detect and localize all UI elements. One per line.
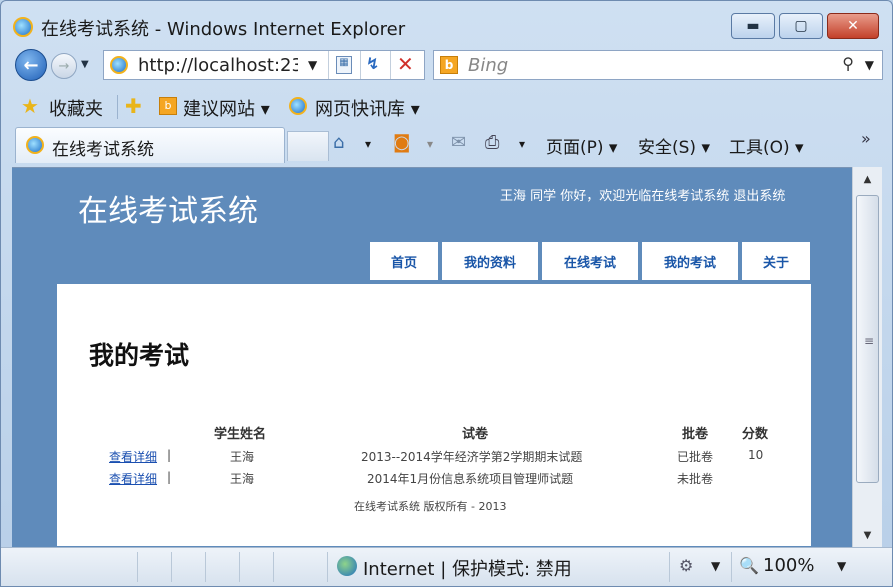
nav-my-exams[interactable]: 我的考试 [642, 242, 738, 280]
scroll-down-icon[interactable]: ▼ [853, 523, 882, 547]
status-divider [327, 552, 328, 582]
status-divider [669, 552, 670, 582]
view-details-link[interactable]: 查看详细 [109, 470, 157, 487]
address-divider [360, 51, 361, 79]
more-commands-icon[interactable]: » [861, 129, 871, 148]
score-cell: 10 [748, 448, 764, 462]
status-divider [731, 552, 732, 582]
print-dropdown-icon[interactable]: ▾ [519, 137, 525, 151]
address-divider [390, 51, 391, 79]
status-divider [137, 552, 138, 582]
row-separator: | [167, 448, 172, 462]
site-title: 在线考试系统 [78, 194, 258, 229]
maximize-button[interactable]: ▢ [779, 13, 823, 39]
status-divider [239, 552, 240, 582]
favorites-star-icon[interactable]: ★ [21, 94, 39, 118]
site-nav: 首页 我的资料 在线考试 我的考试 关于 [370, 242, 810, 280]
tab-label: 在线考试系统 [52, 140, 154, 160]
status-cell: 已批卷 [677, 450, 714, 464]
refresh-icon[interactable]: ↯ [366, 54, 379, 73]
security-zone[interactable]: Internet | 保护模式: 禁用 [363, 555, 572, 581]
main-panel: 我的考试 学生姓名 试卷 批卷 分数 查看详细 | 王海 2013--2014学… [57, 284, 811, 546]
address-input[interactable]: http://localhost:23 [138, 55, 298, 76]
ie-icon [289, 97, 307, 115]
status-dropdown-icon[interactable]: ▼ [711, 559, 720, 573]
column-header-paper: 试卷 [462, 427, 489, 442]
browser-window: 在线考试系统 - Windows Internet Explorer ▬ ▢ ✕… [0, 0, 893, 587]
print-icon[interactable]: ⎙ [485, 132, 499, 153]
zoom-dropdown-icon[interactable]: ▼ [837, 559, 846, 573]
student-name-cell: 王海 [230, 472, 255, 486]
tab-bar: 在线考试系统 ⌂ ▾ ◙ ▾ ✉ ⎙ ▾ 页面(P) ▾ 安全(S) ▾ 工具(… [1, 127, 892, 165]
page-title: 我的考试 [89, 341, 190, 370]
feeds-icon[interactable]: ◙ [393, 132, 410, 153]
compatibility-view-icon[interactable]: ▦ [336, 56, 352, 74]
column-header-score: 分数 [742, 427, 769, 442]
nav-home[interactable]: 首页 [370, 242, 438, 280]
welcome-message[interactable]: 王海 同学 你好，欢迎光临在线考试系统 退出系统 [500, 185, 785, 204]
search-box[interactable]: b Bing ⚲ ▼ [433, 50, 883, 80]
row-separator: | [167, 470, 172, 484]
back-button[interactable]: ← [15, 49, 47, 81]
stop-icon[interactable]: ✕ [397, 52, 414, 76]
favorites-bar: ★ 收藏夹 ✚ b 建议网站 ▾ 网页快讯库 ▾ [1, 89, 892, 125]
zoom-level[interactable]: 100% [763, 555, 814, 576]
paper-name-cell: 2013--2014学年经济学第2学期期末试题 [361, 450, 583, 464]
favorites-button[interactable]: 收藏夹 [49, 95, 103, 121]
bing-icon: b [159, 97, 177, 115]
ie-icon [13, 17, 33, 37]
minimize-button[interactable]: ▬ [731, 13, 775, 39]
close-button[interactable]: ✕ [827, 13, 879, 39]
status-divider [171, 552, 172, 582]
mail-icon[interactable]: ✉ [451, 132, 466, 153]
add-favorite-icon[interactable]: ✚ [125, 94, 142, 118]
grip-icon: ≡ [864, 334, 875, 348]
nav-my-profile[interactable]: 我的资料 [442, 242, 538, 280]
page-menu[interactable]: 页面(P) ▾ [546, 133, 617, 158]
window-title: 在线考试系统 - Windows Internet Explorer [41, 19, 406, 40]
address-divider [328, 51, 329, 79]
copyright-footer: 在线考试系统 版权所有 - 2013 [354, 500, 507, 513]
column-header-student: 学生姓名 [214, 427, 267, 442]
paper-name-cell: 2014年1月份信息系统项目管理师试题 [367, 472, 574, 486]
address-dropdown-icon[interactable]: ▼ [308, 58, 317, 72]
tools-menu[interactable]: 工具(O) ▾ [729, 133, 804, 158]
navigation-bar: ← → ▼ http://localhost:23 ▼ ▦ ↯ ✕ b Bing… [1, 47, 892, 83]
status-divider [205, 552, 206, 582]
search-input[interactable]: Bing [468, 55, 508, 76]
tab-online-exam[interactable]: 在线考试系统 [15, 127, 285, 163]
home-icon[interactable]: ⌂ [333, 132, 344, 153]
column-header-status: 批卷 [682, 427, 709, 442]
status-cell: 未批卷 [677, 472, 714, 486]
new-tab-button[interactable] [287, 131, 329, 161]
bing-icon: b [440, 56, 458, 74]
ie-icon [26, 136, 44, 154]
status-bar: Internet | 保护模式: 禁用 ⚙ ▼ 🔍 100% ▼ [1, 547, 892, 586]
recent-pages-dropdown[interactable]: ▼ [81, 59, 89, 70]
feeds-dropdown-icon[interactable]: ▾ [427, 137, 433, 151]
suggested-sites-link[interactable]: 建议网站 ▾ [183, 95, 270, 121]
title-bar: 在线考试系统 - Windows Internet Explorer ▬ ▢ ✕ [1, 1, 892, 41]
security-shield-icon[interactable]: ⚙ [679, 556, 693, 575]
zoom-icon[interactable]: 🔍 [739, 556, 759, 575]
vertical-scrollbar[interactable]: ▲ ≡ ▼ [852, 167, 882, 547]
globe-icon [337, 556, 357, 576]
student-name-cell: 王海 [230, 450, 255, 464]
view-details-link[interactable]: 查看详细 [109, 448, 157, 465]
forward-button[interactable]: → [51, 53, 77, 79]
ie-page-icon [110, 56, 128, 74]
address-bar[interactable]: http://localhost:23 ▼ ▦ ↯ ✕ [103, 50, 425, 80]
status-divider [273, 552, 274, 582]
scroll-up-icon[interactable]: ▲ [853, 167, 882, 191]
favorites-divider [117, 95, 118, 119]
nav-online-exam[interactable]: 在线考试 [542, 242, 638, 280]
web-slice-gallery-link[interactable]: 网页快讯库 ▾ [315, 95, 420, 121]
nav-about[interactable]: 关于 [742, 242, 810, 280]
home-dropdown-icon[interactable]: ▾ [365, 137, 371, 151]
search-icon[interactable]: ⚲ [842, 54, 854, 73]
search-dropdown-icon[interactable]: ▼ [865, 58, 874, 72]
scroll-thumb[interactable]: ≡ [856, 195, 879, 483]
page-viewport: 在线考试系统 王海 同学 你好，欢迎光临在线考试系统 退出系统 首页 我的资料 … [12, 167, 852, 547]
safety-menu[interactable]: 安全(S) ▾ [638, 133, 710, 158]
